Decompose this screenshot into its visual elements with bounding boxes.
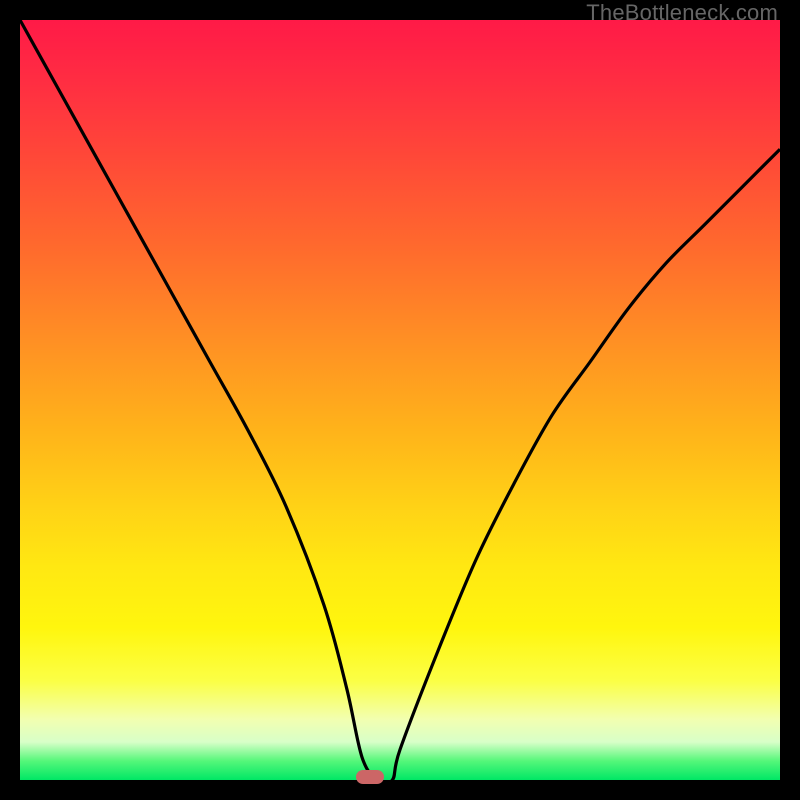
bottleneck-curve [20,20,780,780]
optimal-point-marker [356,770,384,784]
watermark-text: TheBottleneck.com [586,0,778,26]
chart-frame [20,20,780,780]
curve-path [20,20,780,780]
